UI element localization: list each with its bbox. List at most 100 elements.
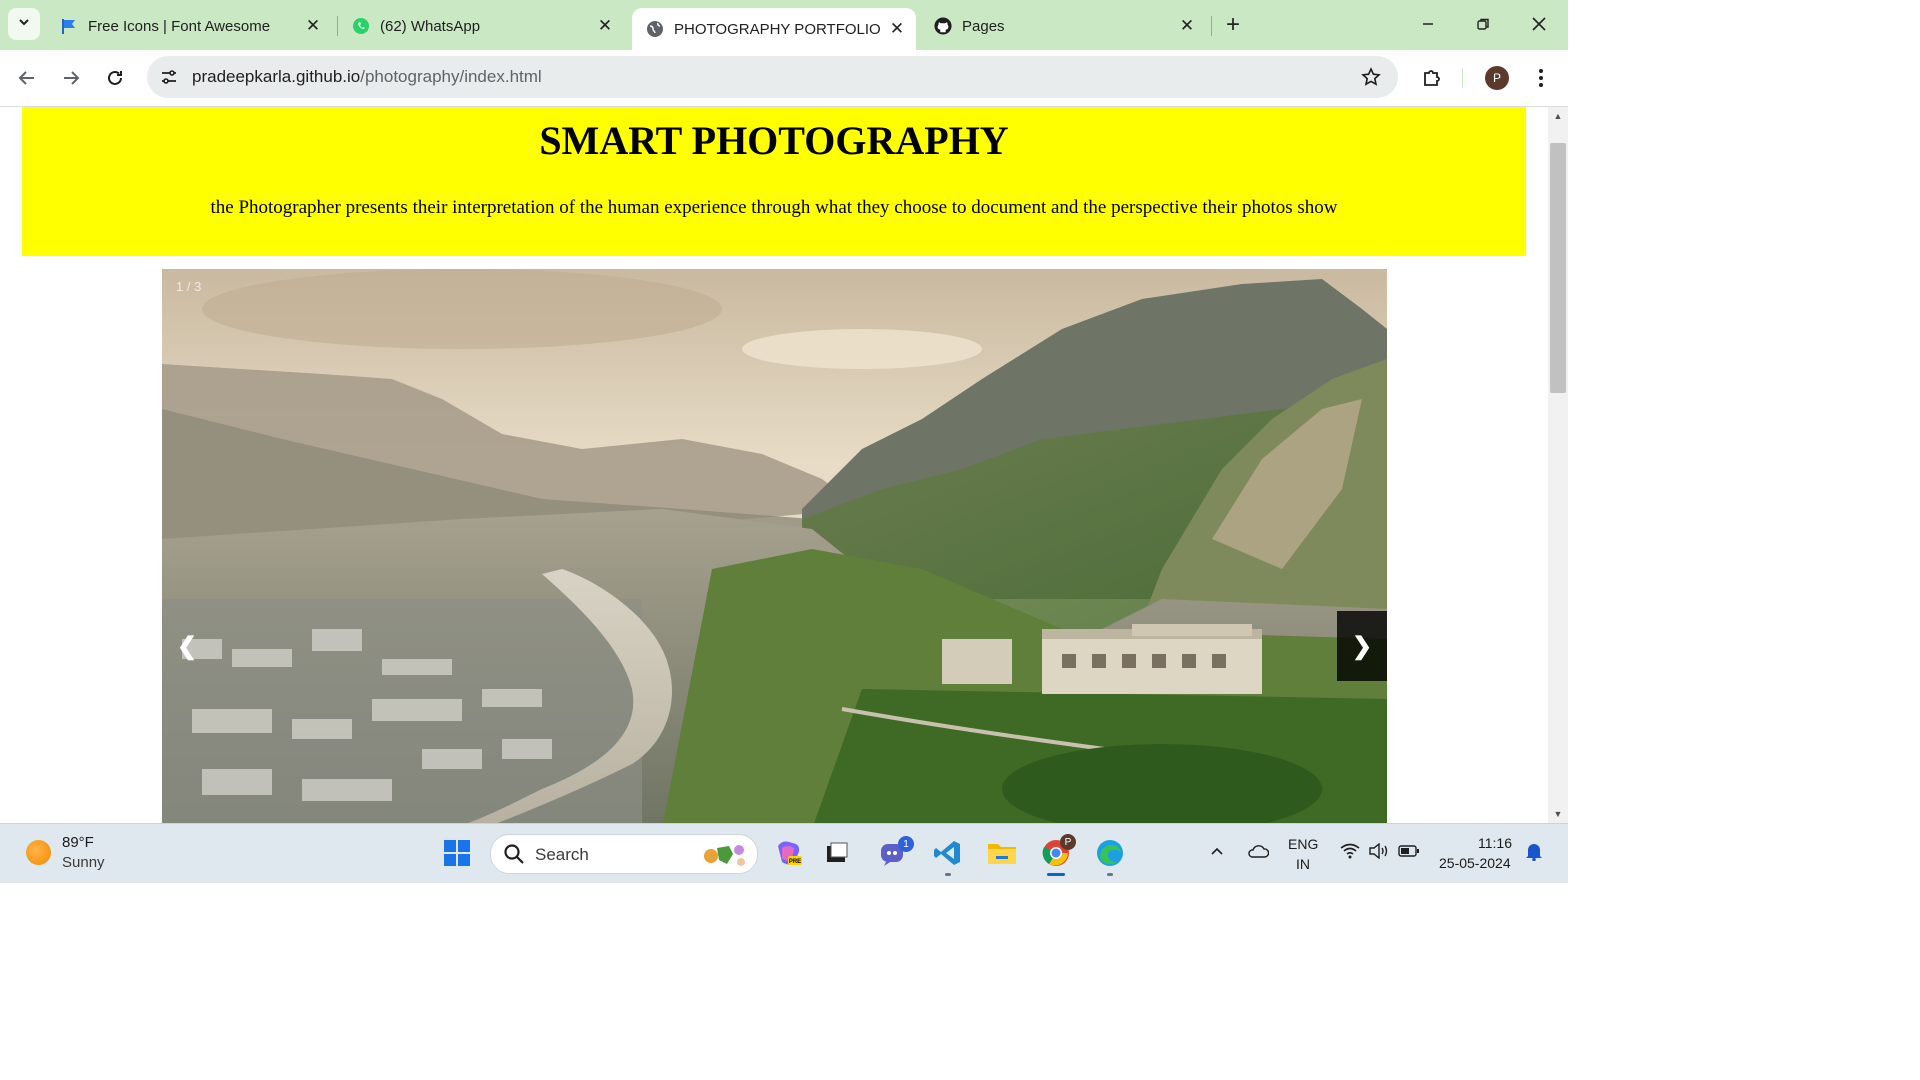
search-highlight-icon [704,845,745,866]
reload-icon [108,70,122,85]
folder-icon [988,844,1016,864]
tab-strip: Free Icons | Font Awesome ✕ (62) WhatsAp… [0,0,1568,50]
teams-notification-badge: 1 [898,836,914,852]
edge-icon [1097,840,1123,866]
copilot-app[interactable]: PRE [772,836,806,870]
tab-title: PHOTOGRAPHY PORTFOLIO [674,20,881,38]
forward-button[interactable] [57,64,85,92]
windows-logo-icon [444,840,470,866]
url-text: pradeepkarla.github.io/photography/index… [192,67,542,87]
weather-temperature[interactable]: 89°F [62,834,94,851]
page-viewport: SMART PHOTOGRAPHY the Photographer prese… [0,107,1548,823]
tab-search-button[interactable] [8,8,40,40]
chrome-profile-badge: P [1060,834,1076,850]
page-tagline: the Photographer presents their interpre… [210,197,1338,218]
close-icon[interactable]: ✕ [1176,15,1198,37]
show-hidden-icons-button[interactable] [1207,836,1227,866]
tab-title: (62) WhatsApp [380,17,481,35]
taskbar-search-box[interactable]: Search [490,834,758,874]
previous-slide-button[interactable]: ❮ [162,611,212,681]
weather-description[interactable]: Sunny [62,854,105,871]
minimize-button[interactable] [1408,8,1448,40]
globe-icon [646,20,664,38]
scroll-down-arrow-icon[interactable]: ▼ [1548,805,1568,823]
tab-title: Free Icons | Font Awesome [88,17,271,35]
battery-icon [1398,845,1419,857]
menu-button[interactable] [1527,64,1555,92]
scroll-up-arrow-icon[interactable]: ▲ [1548,107,1568,125]
slide-photo [162,269,1387,823]
toolbar-divider [1462,68,1463,88]
running-indicator [945,873,951,876]
wifi-status[interactable] [1338,836,1362,866]
tab-font-awesome[interactable]: Free Icons | Font Awesome ✕ [46,6,332,46]
task-view-icon [827,842,848,862]
search-placeholder: Search [535,845,589,864]
notifications-button[interactable] [1522,836,1546,866]
running-indicator-active [1047,873,1065,876]
arrow-right-icon [64,71,80,85]
reload-button[interactable] [101,64,129,92]
font-awesome-flag-icon [60,17,78,35]
page-header: SMART PHOTOGRAPHY the Photographer prese… [22,107,1526,256]
running-indicator [1107,873,1113,876]
speaker-icon [1369,843,1388,859]
whatsapp-icon [352,17,370,35]
volume-status[interactable] [1367,836,1391,866]
close-window-button[interactable] [1519,8,1559,40]
back-button[interactable] [13,64,41,92]
chevron-down-icon [17,15,31,34]
cloud-icon [1248,845,1269,858]
tab-title: Pages [962,17,1005,35]
arrow-left-icon [18,71,34,85]
input-language[interactable]: ENG [1288,836,1318,852]
start-button[interactable] [440,836,474,870]
restore-icon [1477,18,1489,30]
chevron-up-icon [1211,847,1223,855]
clock-date[interactable]: 25-05-2024 [1439,855,1511,871]
slide-number: 1 / 3 [176,279,202,294]
url-path: /photography/index.html [360,67,542,86]
vscode-app[interactable] [931,836,965,870]
address-bar[interactable]: pradeepkarla.github.io/photography/index… [147,56,1398,98]
url-host: pradeepkarla.github.io [192,67,361,86]
clock-time[interactable]: 11:16 [1478,835,1512,851]
restore-button[interactable] [1463,8,1503,40]
page-title: SMART PHOTOGRAPHY [539,118,1009,163]
svg-text:PRE: PRE [789,859,801,865]
task-view-app[interactable] [820,836,854,870]
edge-app[interactable] [1093,836,1127,870]
vscode-icon [934,841,960,865]
close-icon [1532,17,1546,31]
minimize-icon [1423,23,1433,25]
battery-status[interactable] [1396,836,1422,866]
close-icon[interactable]: ✕ [302,15,324,37]
file-explorer-app[interactable] [985,836,1019,870]
plus-icon: + [1225,11,1240,38]
bookmark-star-icon[interactable] [1360,66,1382,88]
bell-icon [1526,844,1542,861]
close-icon[interactable]: ✕ [594,15,616,37]
windows-taskbar: 89°F Sunny Search PRE 1 P ENG IN 11:16 2… [0,823,1568,883]
page-scrollbar[interactable]: ▲ ▼ [1548,107,1568,823]
scrollbar-thumb[interactable] [1550,143,1566,393]
tab-pages[interactable]: Pages ✕ [920,6,1206,46]
browser-toolbar: pradeepkarla.github.io/photography/index… [0,50,1568,107]
tab-photography-portfolio[interactable]: PHOTOGRAPHY PORTFOLIO ✕ [632,8,916,50]
close-icon[interactable]: ✕ [886,18,908,40]
wifi-icon [1340,843,1360,859]
next-slide-button[interactable]: ❯ [1337,611,1387,681]
tab-separator [1211,16,1212,36]
onedrive-button[interactable] [1245,836,1271,866]
sun-icon[interactable] [26,840,51,865]
input-region[interactable]: IN [1296,856,1310,872]
search-icon [504,844,524,864]
github-icon [934,17,952,35]
site-info-icon[interactable] [157,65,181,89]
new-tab-button[interactable]: + [1220,11,1246,38]
profile-avatar[interactable]: P [1485,66,1509,90]
slideshow-slide: 1 / 3 ❮ ❯ [162,269,1387,823]
extensions-button[interactable] [1418,64,1446,92]
kebab-menu-icon [1539,69,1543,87]
tab-whatsapp[interactable]: (62) WhatsApp ✕ [338,6,624,46]
